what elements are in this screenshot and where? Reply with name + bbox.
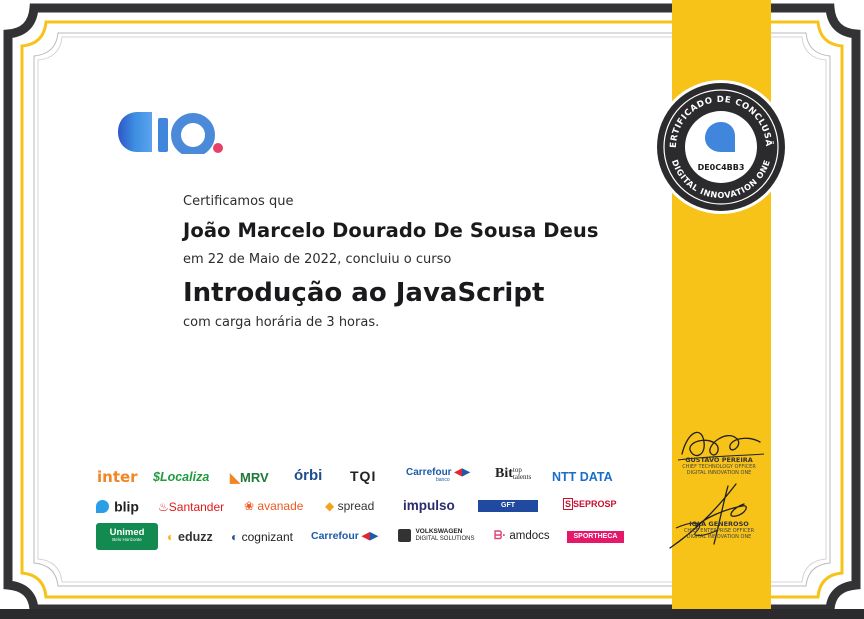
- bottom-bar: [0, 609, 864, 619]
- partner-carrefour-logo: Carrefour ◀▶: [311, 530, 378, 542]
- partner-cognizant-logo: ◐ cognizant: [231, 530, 293, 544]
- completion-seal: CERTIFICADO DE CONCLUSÃO DIGITAL INNOVAT…: [652, 78, 788, 214]
- partner-tqi-logo: TQI: [350, 468, 377, 484]
- partner-volkswagen-logo: VOLKSWAGEN DIGITAL SOLUTIONS: [398, 528, 474, 544]
- partner-amdocs-logo: ᗷ· amdocs: [494, 530, 550, 542]
- partner-seprosp-logo: S SEPROSP: [563, 498, 617, 510]
- certify-intro: Certificamos que: [183, 194, 294, 209]
- dio-logo: [118, 112, 223, 154]
- partner-unimed-logo: Unimed Belo Horizonte: [96, 523, 158, 550]
- partner-gft-logo: GFT: [478, 500, 538, 512]
- signature-1-role: CHIEF TECHNOLOGY OFFICER DIGITAL INNOVAT…: [682, 464, 756, 477]
- partner-avanade-logo: ❀ avanade: [244, 499, 304, 513]
- partner-ntt-data-logo: NTT DATA: [552, 470, 613, 484]
- partner-santander-logo: ♨Santander: [158, 500, 225, 514]
- partner-eduzz-logo: ◐ eduzz: [167, 530, 213, 544]
- seal-code: DE0C4BB3: [698, 163, 745, 172]
- partner-orbi-logo: órbi: [294, 467, 323, 484]
- partner-sportheca-logo: SPORTHECA: [567, 531, 624, 543]
- partner-bit-top-talents-logo: Bittop talents: [495, 466, 532, 481]
- partner-carrefour-banco-logo: Carrefour ◀▶ banco: [406, 467, 470, 483]
- partner-localiza-logo: $Localiza: [153, 470, 210, 484]
- partner-inter-logo: inter: [97, 468, 138, 486]
- certificate-page: Certificamos que João Marcelo Dourado De…: [0, 0, 864, 619]
- partner-mrv-logo: ◣MRV: [230, 470, 269, 485]
- partner-spread-logo: ◆ spread: [325, 499, 375, 513]
- completion-date-line: em 22 de Maio de 2022, concluiu o curso: [183, 252, 452, 267]
- signature-1-name: GUSTAVO PEREIRA: [685, 456, 753, 464]
- partner-blip-logo: blip: [96, 498, 139, 514]
- signature-igla: [669, 483, 747, 549]
- course-hours-line: com carga horária de 3 horas.: [183, 315, 380, 330]
- recipient-name: João Marcelo Dourado De Sousa Deus: [183, 219, 599, 242]
- partner-impulso-logo: impulso: [403, 498, 455, 513]
- signature-2-role: CHIEF ENTERPRISE OFFICER DIGITAL INNOVAT…: [683, 528, 755, 541]
- signature-2-name: IGLÁ GENEROSO: [689, 520, 749, 528]
- course-title: Introdução ao JavaScript: [183, 278, 545, 308]
